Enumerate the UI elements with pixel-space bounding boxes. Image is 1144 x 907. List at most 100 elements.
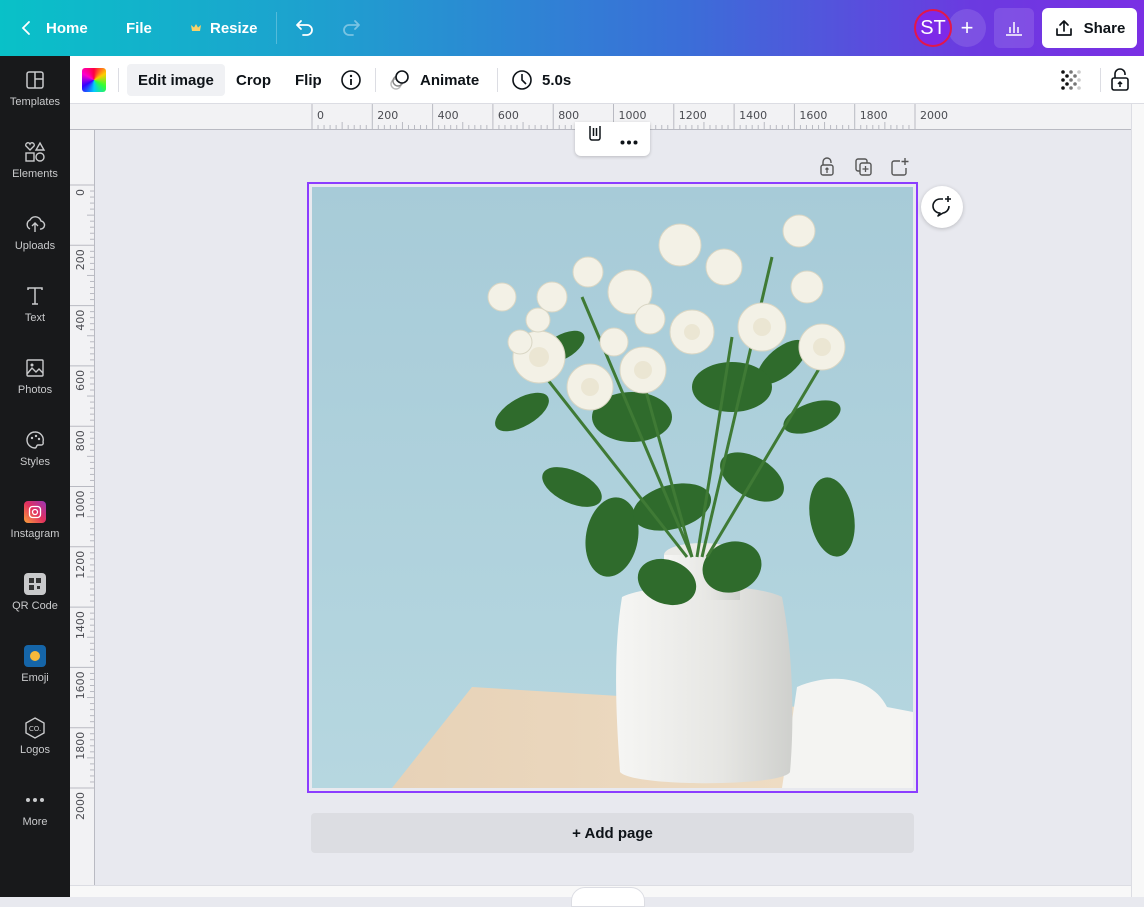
divider xyxy=(497,68,498,92)
avatar[interactable]: ST xyxy=(914,9,952,47)
pause-button[interactable] xyxy=(588,126,602,147)
color-swatch-icon xyxy=(82,68,106,92)
uploads-icon xyxy=(23,212,47,236)
transparency-icon xyxy=(1061,70,1081,90)
ruler-tick-label: 1800 xyxy=(74,732,87,760)
ruler-tick-label: 1000 xyxy=(74,491,87,519)
ruler-tick-label: 1400 xyxy=(74,611,87,639)
vertical-scrollbar[interactable] xyxy=(1131,104,1144,897)
color-picker-button[interactable] xyxy=(82,64,106,96)
duplicate-icon xyxy=(855,158,872,176)
ruler-tick-label: 600 xyxy=(498,109,519,122)
ruler-tick-label: 2000 xyxy=(74,792,87,820)
ruler-tick-label: 800 xyxy=(558,109,579,122)
divider xyxy=(276,12,277,44)
comment-add-icon xyxy=(932,196,951,217)
photo-illustration xyxy=(312,187,913,788)
animate-icon xyxy=(390,70,409,90)
sidebar-item-styles[interactable]: Styles xyxy=(0,416,70,480)
emoji-icon xyxy=(23,644,47,668)
add-comment-button[interactable] xyxy=(921,186,963,228)
resize-button[interactable]: Resize xyxy=(190,0,258,56)
text-icon xyxy=(23,284,47,308)
sidebar-item-label: Instagram xyxy=(10,528,60,540)
vertical-ruler-ticks: 0 200 400 600 800 1000 1200 1400 1600 1800 2000 xyxy=(70,184,95,820)
ruler-tick-label: 200 xyxy=(74,249,87,270)
ruler-tick-label: 800 xyxy=(74,430,87,451)
crop-button[interactable]: Crop xyxy=(236,64,271,96)
lock-page-button[interactable] xyxy=(819,157,835,177)
crop-label: Crop xyxy=(236,71,271,89)
sidebar-item-elements[interactable]: Elements xyxy=(0,128,70,192)
sidebar-item-templates[interactable]: Templates xyxy=(0,56,70,120)
redo-icon xyxy=(343,20,360,36)
sidebar-item-instagram[interactable]: Instagram xyxy=(0,488,70,552)
element-floating-toolbar xyxy=(575,122,650,156)
ruler-tick-label: 200 xyxy=(377,109,398,122)
add-page-label: + Add page xyxy=(572,824,653,842)
edit-image-label: Edit image xyxy=(138,71,214,89)
duration-label: 5.0s xyxy=(542,71,572,89)
sidebar-item-label: QR Code xyxy=(12,600,58,612)
sidebar-item-label: More xyxy=(22,816,48,828)
chevron-left-icon xyxy=(21,21,30,35)
ruler-tick-label: 1000 xyxy=(619,109,647,122)
undo-button[interactable] xyxy=(294,0,316,56)
ruler-tick-label: 400 xyxy=(438,109,459,122)
edit-image-button[interactable]: Edit image xyxy=(127,64,225,96)
ellipsis-icon xyxy=(620,140,638,145)
home-button[interactable]: Home xyxy=(18,0,88,56)
add-page-button[interactable]: + Add page xyxy=(311,813,914,853)
trash-icon xyxy=(589,126,601,141)
invite-button[interactable]: + xyxy=(948,9,986,47)
logos-icon: CO. xyxy=(23,716,47,740)
divider xyxy=(375,68,376,92)
share-button[interactable]: Share xyxy=(1042,8,1137,48)
sidebar-item-qr-code[interactable]: QR Code xyxy=(0,560,70,624)
info-button[interactable] xyxy=(340,64,362,96)
divider xyxy=(1100,68,1101,92)
lock-button[interactable] xyxy=(1110,64,1130,96)
qr-code-icon xyxy=(23,572,47,596)
redo-button[interactable] xyxy=(340,0,362,56)
info-icon xyxy=(341,70,361,90)
sidebar-item-text[interactable]: Text xyxy=(0,272,70,336)
home-label: Home xyxy=(46,19,88,37)
sidebar-item-photos[interactable]: Photos xyxy=(0,344,70,408)
resize-label: Resize xyxy=(210,19,258,37)
sidebar-item-more[interactable]: More xyxy=(0,776,70,840)
sidebar-item-emoji[interactable]: Emoji xyxy=(0,632,70,696)
ruler-tick-label: 1200 xyxy=(74,551,87,579)
transparency-button[interactable] xyxy=(1060,64,1082,96)
sidebar-item-label: Emoji xyxy=(21,672,49,684)
crown-icon xyxy=(191,24,201,31)
ruler-tick-label: 1400 xyxy=(739,109,767,122)
sidebar-item-uploads[interactable]: Uploads xyxy=(0,200,70,264)
notes-panel-handle[interactable] xyxy=(571,887,645,907)
insights-button[interactable] xyxy=(994,8,1034,48)
flip-label: Flip xyxy=(295,71,322,89)
undo-icon xyxy=(296,20,313,36)
flip-button[interactable]: Flip xyxy=(295,64,322,96)
ruler-tick-label: 0 xyxy=(317,109,324,122)
plus-icon: + xyxy=(960,15,974,40)
divider xyxy=(118,68,119,92)
sidebar-item-label: Logos xyxy=(20,744,50,756)
ruler-tick-label: 1600 xyxy=(799,109,827,122)
roses-vase-photo[interactable] xyxy=(312,187,913,788)
design-page-selected[interactable] xyxy=(307,182,918,793)
add-page-icon-button[interactable] xyxy=(891,157,909,177)
ruler-tick-label: 1200 xyxy=(679,109,707,122)
sidebar-item-logos[interactable]: CO. Logos xyxy=(0,704,70,768)
more-options-button[interactable] xyxy=(620,132,638,150)
animate-button[interactable]: Animate xyxy=(388,64,479,96)
sidebar-item-label: Templates xyxy=(9,96,61,108)
more-icon xyxy=(23,788,47,812)
duplicate-page-button[interactable] xyxy=(855,157,873,177)
file-menu-button[interactable]: File xyxy=(126,0,152,56)
duration-button[interactable]: 5.0s xyxy=(511,64,571,96)
avatar-initials: ST xyxy=(920,16,946,39)
sidebar: Templates Elements Uploads Text Photos S… xyxy=(0,56,70,897)
photos-icon xyxy=(23,356,47,380)
unlock-icon xyxy=(820,157,834,176)
